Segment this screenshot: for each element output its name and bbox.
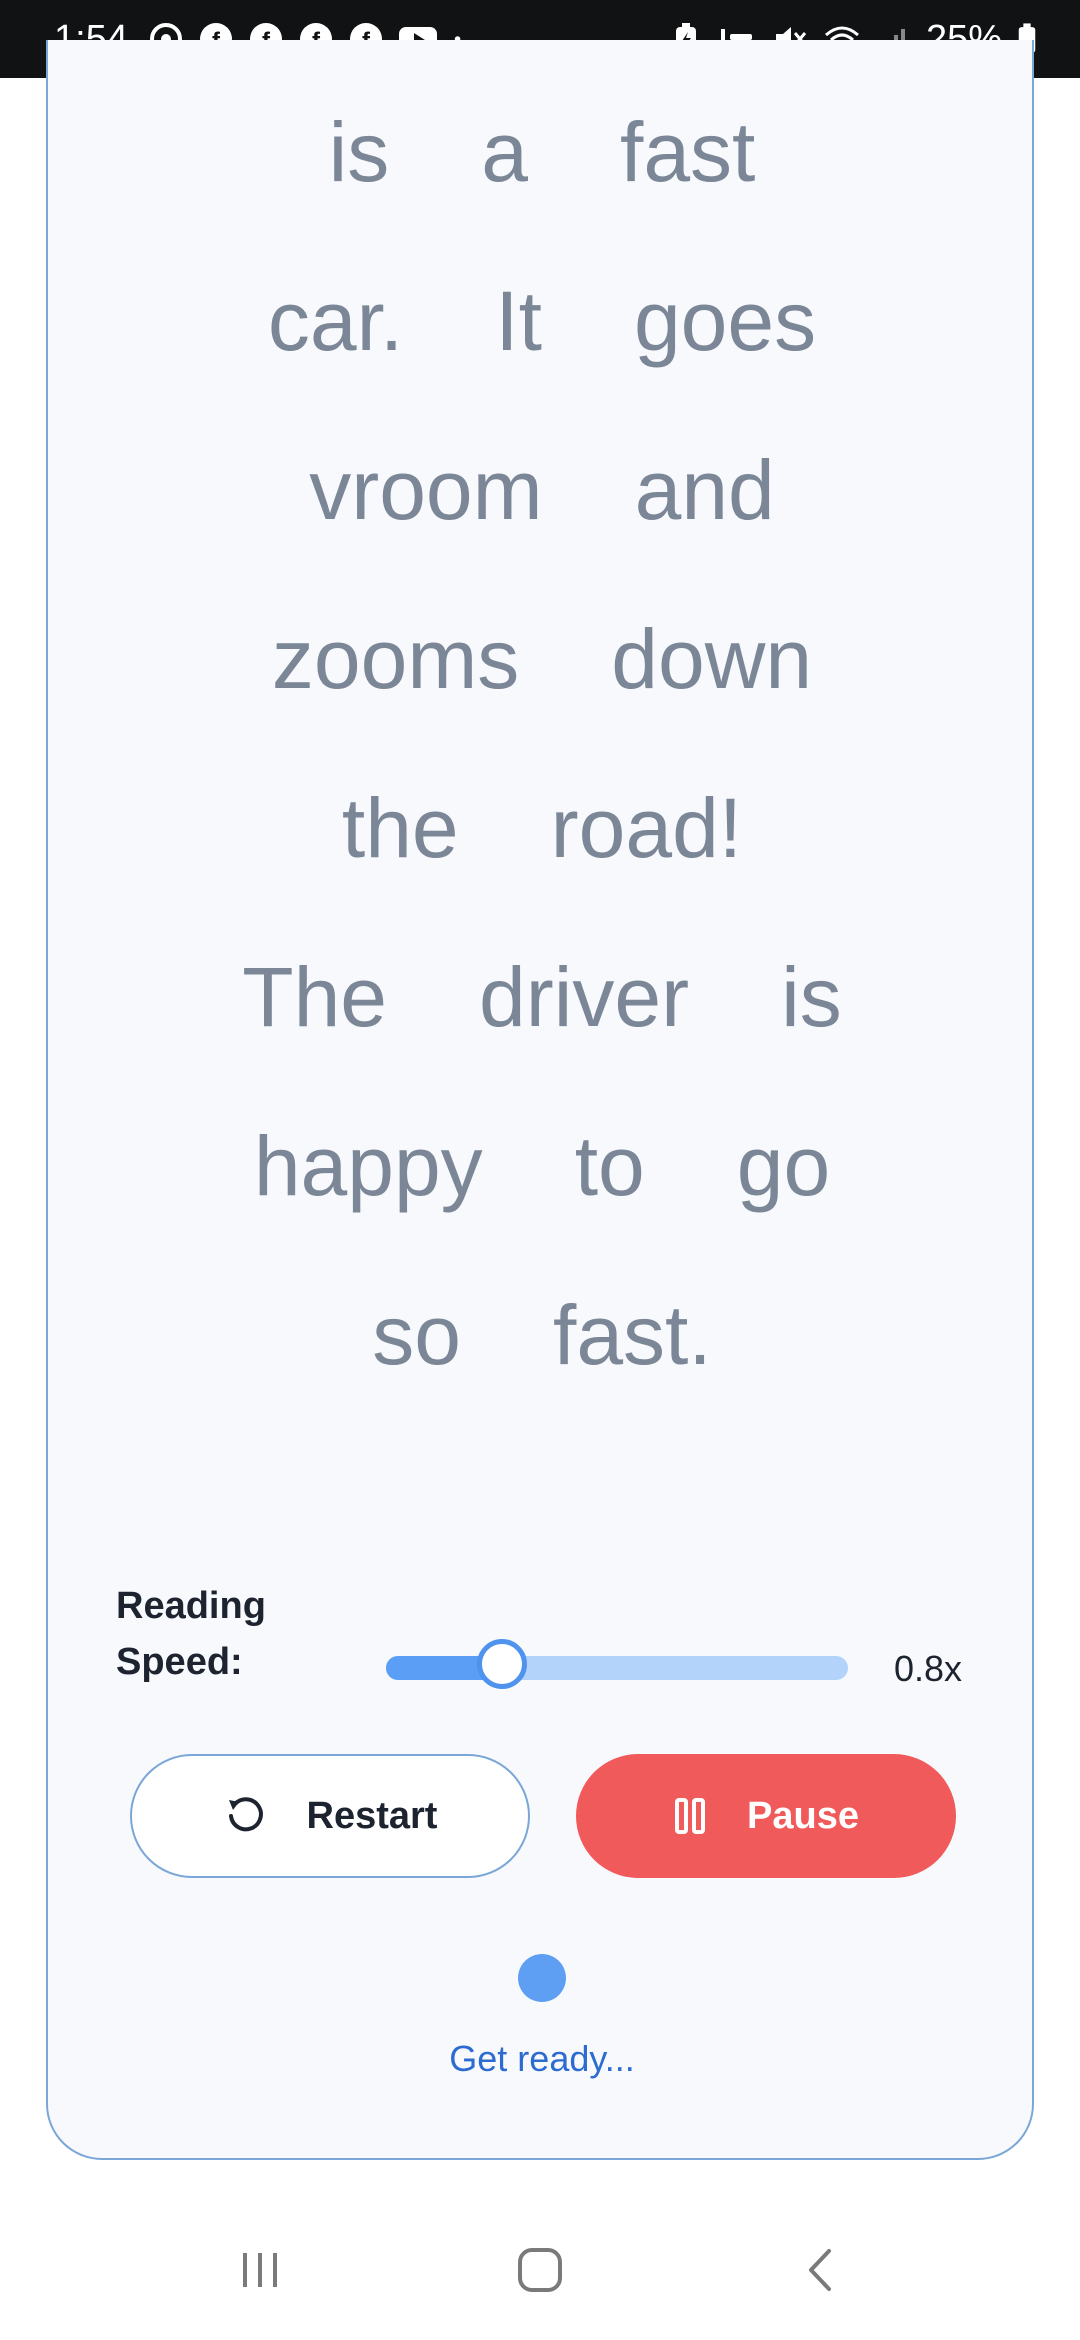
back-button[interactable] [775,2225,865,2315]
restart-button[interactable]: Restart [130,1754,530,1878]
reading-speed-label: Reading Speed: [116,1585,266,1683]
restart-label: Restart [306,1794,438,1837]
word: so [372,1288,461,1382]
word-line: The driver is [48,955,1036,1039]
word: driver [479,950,690,1044]
word: to [574,1119,645,1213]
home-button[interactable] [495,2225,585,2315]
word-line: happy to go [48,1124,1036,1208]
word-line: vroom and [48,448,1036,532]
recents-icon [243,2253,277,2287]
status-indicator-dot [518,1954,566,2002]
word-line: zooms down [48,617,1036,701]
reading-speed-slider[interactable] [386,1639,848,1689]
reading-speed-value: 0.8x [894,1648,963,1689]
restart-icon [228,1797,263,1832]
word-line: is a fast [48,110,1036,194]
word: goes [633,274,817,368]
word: down [611,612,813,706]
status-message: Get ready... [449,2038,635,2079]
word-line: the road! [48,786,1036,870]
word: road! [550,781,743,875]
pause-icon [675,1798,706,1834]
word: is [781,950,842,1044]
pause-label: Pause [747,1794,859,1837]
word: It [495,274,542,368]
word: go [736,1119,831,1213]
navigation-bar [0,2200,1080,2340]
slider-thumb[interactable] [476,1639,527,1689]
home-icon [518,2248,562,2292]
word: fast [619,105,756,199]
word-line: car. It goes [48,279,1036,363]
word: a [481,105,528,199]
word-line: so fast. [48,1293,1036,1377]
recents-button[interactable] [215,2225,305,2315]
back-icon [809,2249,831,2291]
word: is [328,105,390,199]
pause-button[interactable]: Pause [576,1754,956,1878]
word: and [634,443,775,537]
word: the [341,781,459,875]
word: The [242,950,388,1044]
word: vroom [309,443,543,537]
word: fast. [552,1288,712,1382]
word: happy [253,1119,483,1213]
reader-card: is a fast car. It goes vroom and zooms down the roa… [46,40,1034,2160]
word: car. [267,274,404,368]
word: zooms [271,612,520,706]
